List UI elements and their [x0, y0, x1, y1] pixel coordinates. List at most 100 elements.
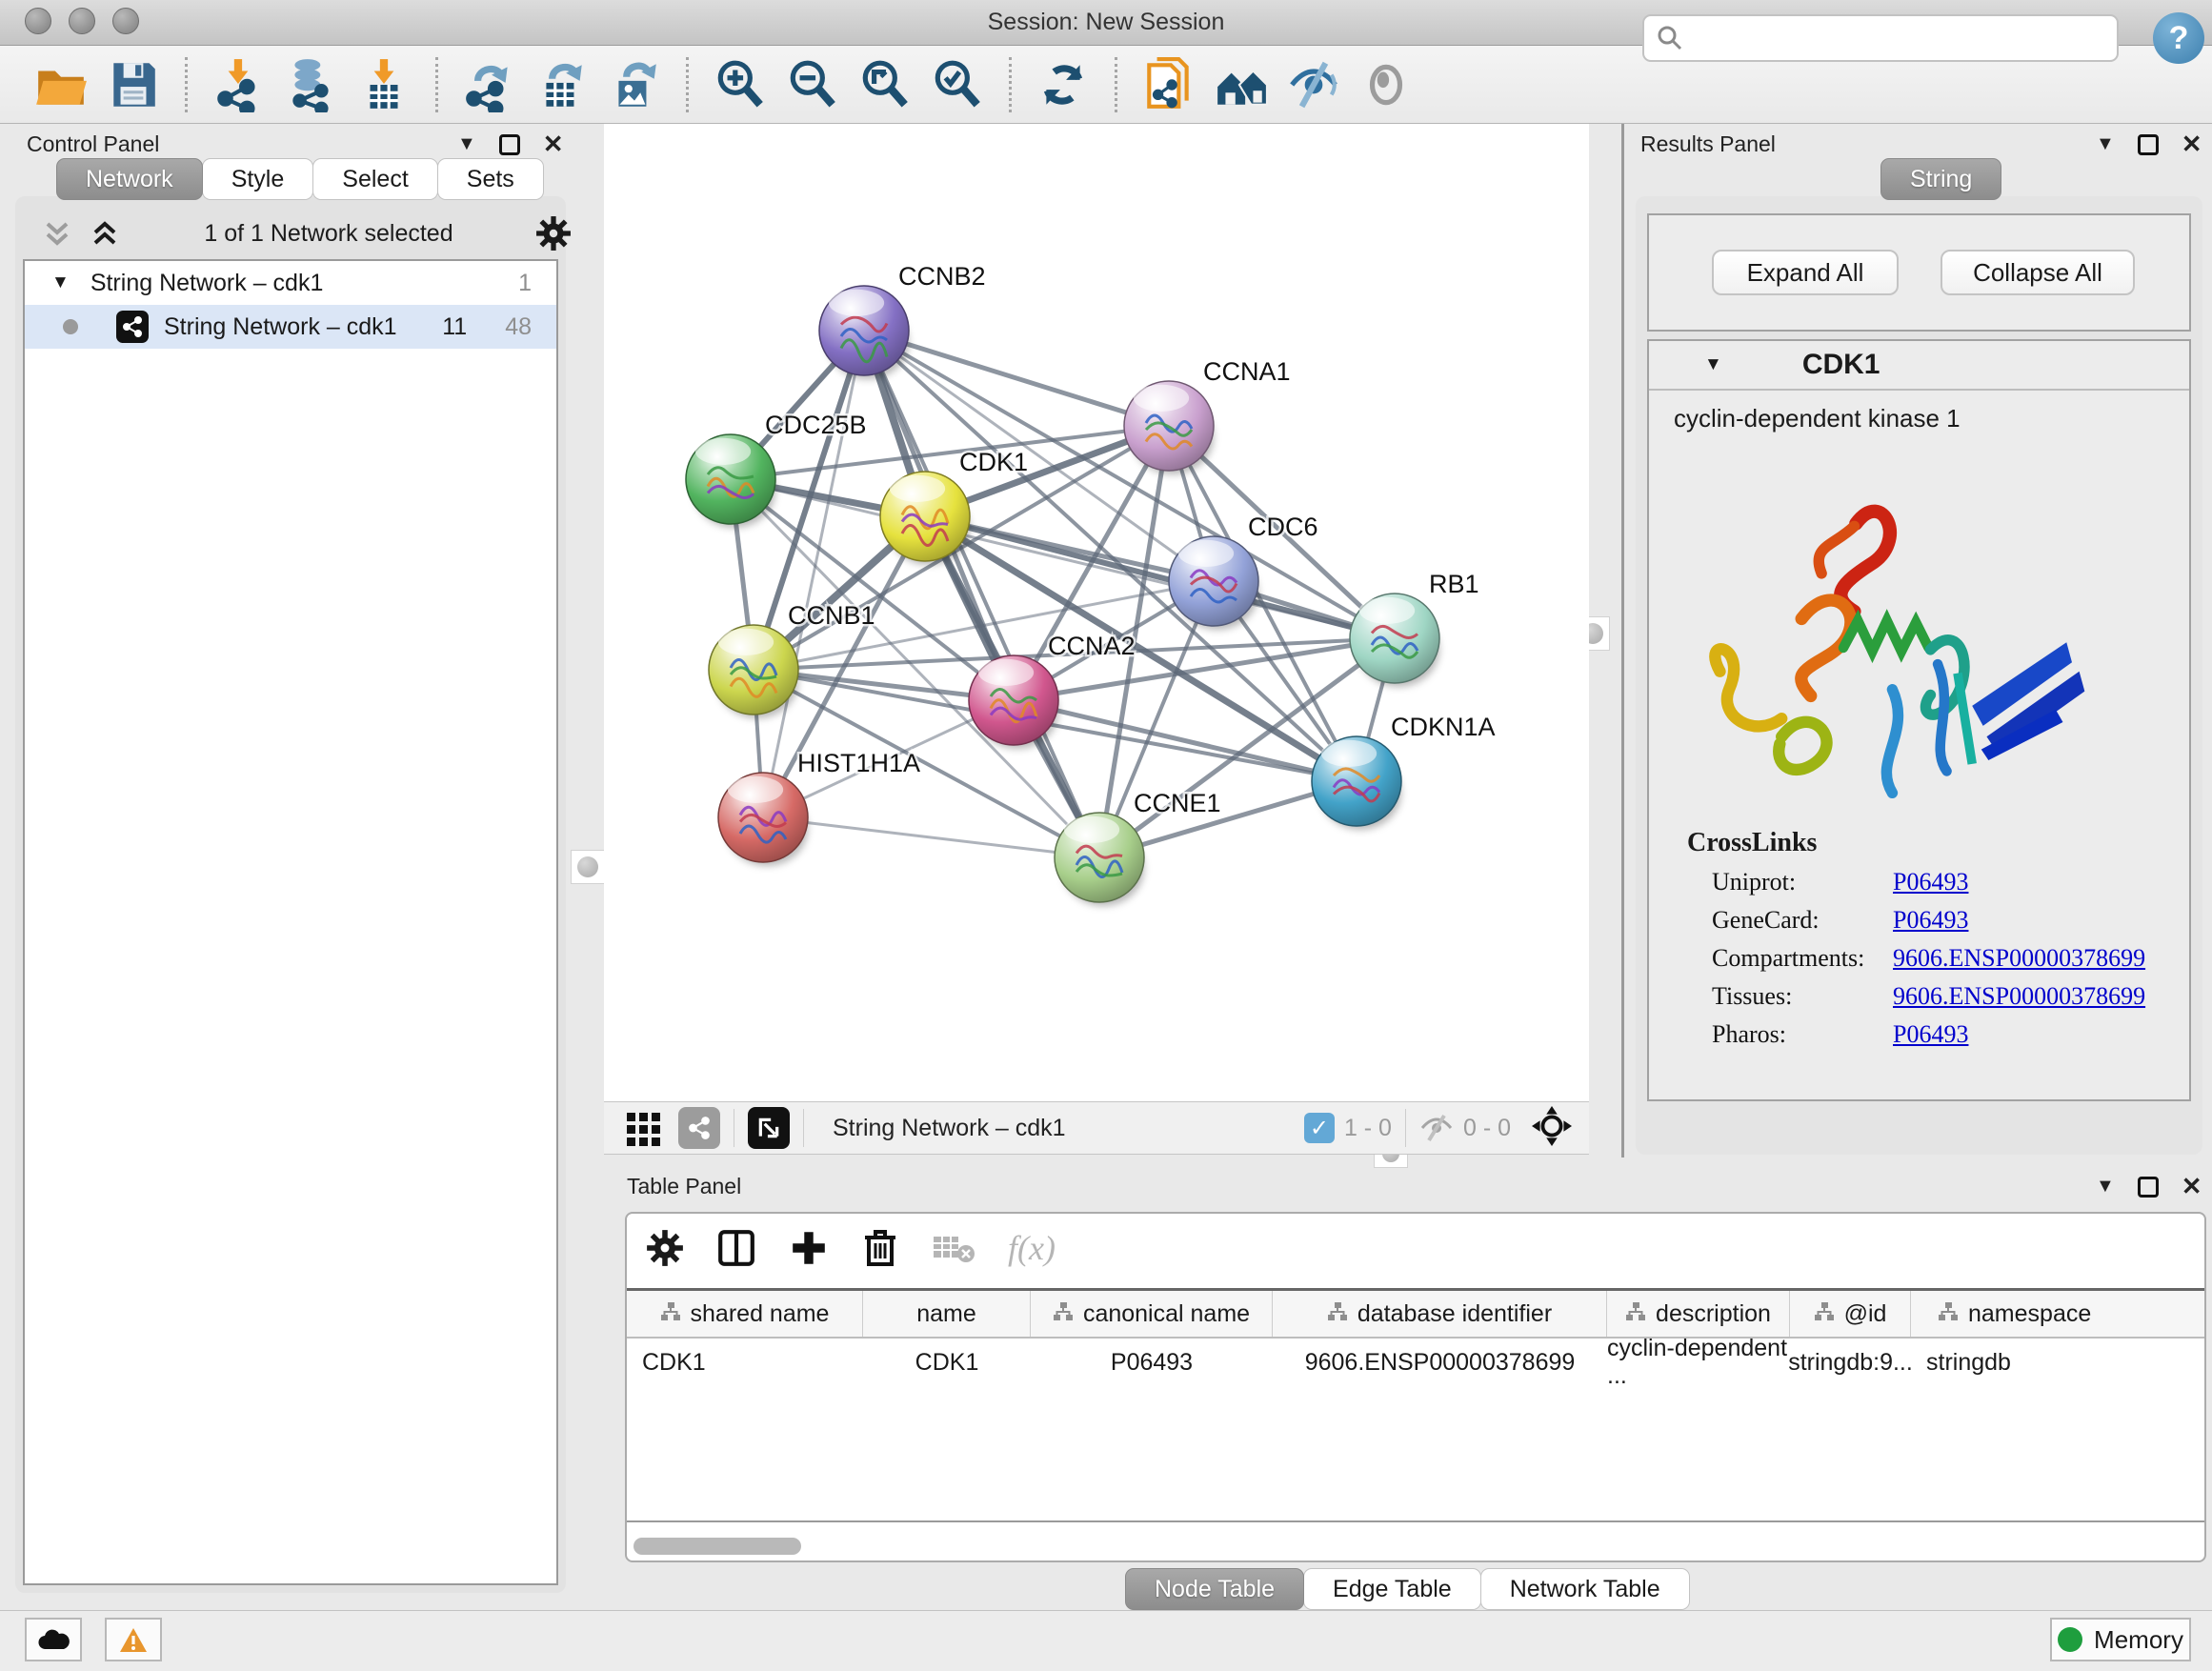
- first-neighbors-icon[interactable]: [1139, 55, 1198, 114]
- column-header-namespace[interactable]: namespace: [1911, 1291, 2206, 1337]
- search-box[interactable]: [1642, 14, 2119, 62]
- export-table-icon[interactable]: [533, 55, 592, 114]
- grid-view-icon[interactable]: [625, 1109, 663, 1147]
- left-splitter-handle[interactable]: [571, 850, 605, 884]
- results-tab-string[interactable]: String: [1880, 158, 2001, 200]
- table-tab-edge-table[interactable]: Edge Table: [1303, 1568, 1481, 1610]
- network-row-selected[interactable]: String Network – cdk1 11 48: [25, 305, 556, 349]
- export-image-icon[interactable]: [605, 55, 664, 114]
- hidden-eye-icon: [1419, 1114, 1454, 1142]
- cloud-status-button[interactable]: [25, 1618, 82, 1661]
- panel-maximize-icon[interactable]: [499, 134, 520, 155]
- tab-sets[interactable]: Sets: [437, 158, 544, 200]
- tree-expand-icon[interactable]: ▼: [51, 272, 70, 293]
- warnings-button[interactable]: [105, 1618, 162, 1661]
- node-label-cdc25b: CDC25B: [765, 411, 867, 439]
- add-column-icon[interactable]: [789, 1228, 829, 1268]
- collapse-all-button[interactable]: Collapse All: [1941, 250, 2135, 295]
- zoom-out-icon[interactable]: [783, 55, 842, 114]
- birdseye-view-icon[interactable]: [748, 1107, 790, 1149]
- node-label-cdc6: CDC6: [1248, 513, 1318, 541]
- selection-counts: ✓ 1 - 0: [1304, 1113, 1392, 1143]
- panel-maximize-icon[interactable]: [2138, 1177, 2159, 1198]
- crosslink-link[interactable]: P06493: [1893, 906, 1968, 935]
- help-icon[interactable]: ?: [2153, 12, 2204, 64]
- tab-style[interactable]: Style: [202, 158, 314, 200]
- table-cell[interactable]: stringdb: [1911, 1339, 2206, 1386]
- network-share-view-icon[interactable]: [678, 1107, 720, 1149]
- table-cell[interactable]: CDK1: [627, 1339, 863, 1386]
- import-network-database-icon[interactable]: [282, 55, 341, 114]
- table-options-gear-icon[interactable]: [646, 1229, 684, 1267]
- table-cell[interactable]: cyclin-dependent ...: [1607, 1339, 1790, 1386]
- node-highlight: [890, 475, 945, 502]
- table-row[interactable]: CDK1CDK1P064939606.ENSP00000378699cyclin…: [627, 1339, 2206, 1386]
- column-header--id[interactable]: @id: [1790, 1291, 1911, 1337]
- panel-close-icon[interactable]: ✕: [2182, 1172, 2202, 1201]
- crosslink-link[interactable]: 9606.ENSP00000378699: [1893, 944, 2145, 973]
- open-session-icon[interactable]: [31, 55, 90, 114]
- collapse-all-icon[interactable]: [88, 216, 122, 251]
- zoom-fit-icon[interactable]: [855, 55, 915, 114]
- table-cell[interactable]: 9606.ENSP00000378699: [1273, 1339, 1607, 1386]
- home-networks-icon[interactable]: [1212, 55, 1271, 114]
- import-table-file-icon[interactable]: [354, 55, 413, 114]
- network-edge[interactable]: [763, 817, 1099, 857]
- table-cell[interactable]: CDK1: [863, 1339, 1031, 1386]
- network-edge[interactable]: [763, 331, 864, 817]
- crosslink-link[interactable]: P06493: [1893, 1020, 1968, 1049]
- save-session-icon[interactable]: [104, 55, 163, 114]
- fit-content-icon[interactable]: [1532, 1106, 1572, 1151]
- panel-close-icon[interactable]: ✕: [2182, 130, 2202, 159]
- expand-all-button[interactable]: Expand All: [1712, 250, 1899, 295]
- refresh-icon[interactable]: [1034, 55, 1093, 114]
- table-panel-title: Table Panel: [627, 1174, 741, 1199]
- crosslink-label: GeneCard:: [1712, 906, 1893, 935]
- node-label-ccna2: CCNA2: [1048, 632, 1136, 660]
- zoom-in-icon[interactable]: [711, 55, 770, 114]
- column-header-shared-name[interactable]: shared name: [627, 1291, 863, 1337]
- table-horizontal-scrollbar[interactable]: [633, 1538, 801, 1555]
- network-graph[interactable]: CCNB2CCNA1CDC25BCDK1CDC6RB1CCNB1CCNA2CDK…: [604, 124, 1589, 1101]
- delete-column-icon[interactable]: [861, 1228, 899, 1268]
- table-tab-node-table[interactable]: Node Table: [1125, 1568, 1304, 1610]
- column-header-name[interactable]: name: [863, 1291, 1031, 1337]
- import-network-file-icon[interactable]: [210, 55, 269, 114]
- hide-selected-icon[interactable]: [1284, 55, 1343, 114]
- panel-float-icon[interactable]: ▼: [2096, 133, 2115, 155]
- crosslink-link[interactable]: 9606.ENSP00000378699: [1893, 982, 2145, 1011]
- show-columns-icon[interactable]: [716, 1228, 756, 1268]
- network-edge[interactable]: [864, 331, 1099, 857]
- panel-maximize-icon[interactable]: [2138, 134, 2159, 155]
- zoom-selected-icon[interactable]: [928, 55, 987, 114]
- tab-network[interactable]: Network: [56, 158, 203, 200]
- column-header-database-identifier[interactable]: database identifier: [1273, 1291, 1607, 1337]
- expand-all-icon[interactable]: [40, 216, 74, 251]
- crosslink-link[interactable]: P06493: [1893, 868, 1968, 896]
- panel-float-icon[interactable]: ▼: [2096, 1176, 2115, 1198]
- table-cell[interactable]: P06493: [1031, 1339, 1273, 1386]
- selected-checkbox-icon[interactable]: ✓: [1304, 1113, 1335, 1143]
- network-type-icon: [116, 311, 149, 343]
- export-network-icon[interactable]: [460, 55, 519, 114]
- gene-section-header[interactable]: ▼ CDK1: [1649, 341, 2189, 391]
- network-tree-toolbar: 1 of 1 Network selected: [40, 211, 572, 255]
- network-canvas[interactable]: CCNB2CCNA1CDC25BCDK1CDC6RB1CCNB1CCNA2CDK…: [604, 124, 1589, 1101]
- memory-button[interactable]: Memory: [2050, 1618, 2191, 1661]
- section-collapse-icon[interactable]: ▼: [1704, 354, 1722, 375]
- network-collection-row[interactable]: ▼ String Network – cdk1 1: [25, 261, 556, 305]
- network-row-label: String Network – cdk1: [164, 313, 442, 341]
- table-cell[interactable]: stringdb:9...: [1790, 1339, 1911, 1386]
- panel-float-icon[interactable]: ▼: [457, 133, 476, 155]
- collection-count: 1: [518, 270, 532, 297]
- network-edge[interactable]: [864, 331, 1169, 426]
- tab-select[interactable]: Select: [312, 158, 437, 200]
- show-all-icon[interactable]: [1357, 55, 1416, 114]
- column-header-description[interactable]: description: [1607, 1291, 1790, 1337]
- crosslinks-heading: CrossLinks: [1687, 828, 2189, 858]
- table-tab-network-table[interactable]: Network Table: [1480, 1568, 1690, 1610]
- search-input[interactable]: [1684, 25, 2117, 51]
- panel-close-icon[interactable]: ✕: [543, 130, 564, 159]
- network-options-gear-icon[interactable]: [535, 215, 572, 252]
- column-header-canonical-name[interactable]: canonical name: [1031, 1291, 1273, 1337]
